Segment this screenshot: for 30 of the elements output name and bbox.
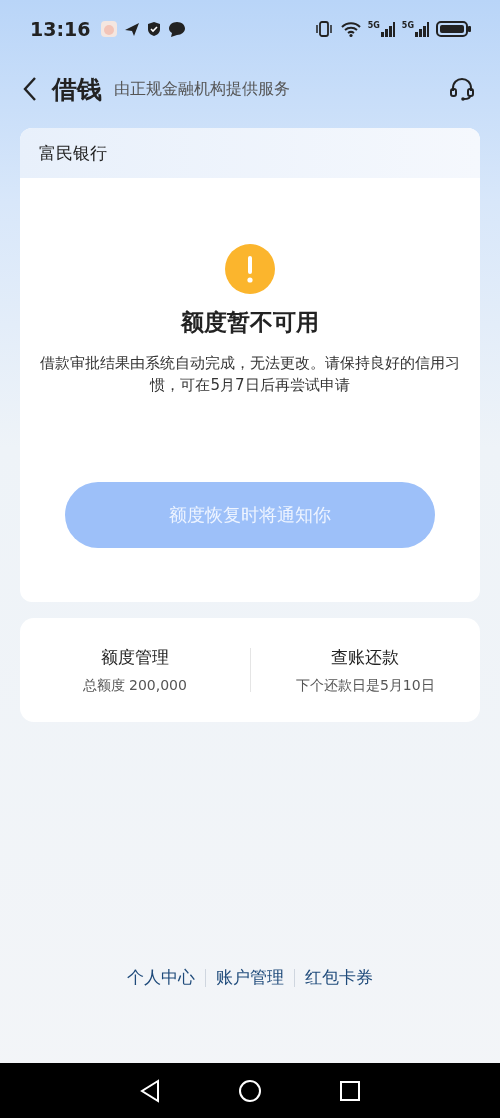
app-notification-icon (100, 20, 119, 38)
page-title: 借钱 (52, 73, 102, 106)
status-title: 额度暂不可用 (181, 308, 319, 337)
status-time: 13:16 (30, 18, 91, 40)
footer-link[interactable]: 个人中心 (127, 966, 195, 989)
summary-detail: 总额度 200,000 (82, 676, 187, 695)
wifi-icon (339, 20, 362, 38)
back-nav-icon[interactable] (138, 1078, 161, 1103)
status-message: 借款审批结果由系统自动完成，无法更改。请保持良好的信用习惯，可在5月7日后再尝试申请 (39, 353, 461, 396)
network-type-label: 5G (401, 21, 414, 30)
summary-detail: 下个还款日是5月10日 (295, 676, 435, 695)
chat-bubble-icon (168, 20, 187, 38)
warning-icon (225, 244, 275, 294)
send-icon (124, 21, 141, 37)
summary-title[interactable]: 额度管理 (100, 645, 169, 669)
signal-icon (379, 21, 396, 37)
headset-icon[interactable] (448, 75, 476, 103)
bank-name: 富民银行 (39, 141, 107, 165)
network-type-label: 5G (367, 21, 380, 30)
summary-title[interactable]: 查账还款 (331, 645, 400, 669)
back-icon[interactable] (22, 76, 38, 102)
footer-link[interactable]: 红包卡券 (305, 966, 373, 989)
shield-icon (146, 21, 163, 37)
footer-link[interactable]: 账户管理 (216, 966, 284, 989)
battery-icon (436, 20, 472, 38)
vibrate-icon (313, 20, 334, 38)
page-subtitle: 由正规金融机构提供服务 (114, 78, 290, 100)
recents-nav-icon[interactable] (339, 1079, 362, 1102)
home-nav-icon[interactable] (238, 1078, 262, 1103)
signal-icon (414, 21, 430, 37)
